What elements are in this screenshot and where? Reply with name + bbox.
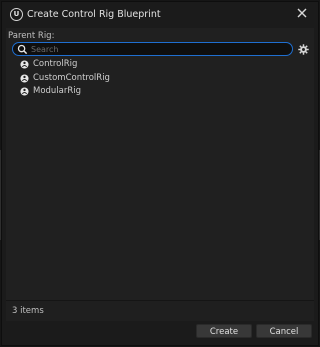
title-bar[interactable]: U Create Control Rig Blueprint [2, 2, 318, 28]
search-input[interactable] [31, 43, 286, 55]
class-list: ControlRig CustomControlRig ModularRig [6, 57, 314, 297]
search-box[interactable] [12, 42, 293, 56]
control-rig-class-icon [20, 73, 29, 83]
list-item-controlrig[interactable]: ControlRig [12, 58, 312, 72]
list-item-modularrig[interactable]: ModularRig [12, 85, 312, 99]
list-item-label: CustomControlRig [33, 72, 110, 83]
create-button[interactable]: Create [196, 324, 252, 338]
control-rig-class-icon [20, 60, 29, 69]
list-item-label: ControlRig [33, 59, 78, 69]
unreal-engine-logo-icon: U [10, 8, 23, 21]
dialog-footer: Create Cancel [2, 321, 318, 345]
class-picker-panel: Parent Rig: Search ControlRig CustomCont… [6, 28, 314, 321]
close-icon [297, 8, 307, 18]
gear-icon[interactable] [298, 44, 309, 55]
parent-rig-label: Parent Rig: [8, 31, 55, 41]
control-rig-class-icon [20, 87, 29, 96]
cancel-button[interactable]: Cancel [256, 324, 312, 338]
dialog-title: Create Control Rig Blueprint [27, 9, 161, 20]
close-button[interactable] [294, 5, 310, 21]
list-item-customcontrolrig[interactable]: CustomControlRig [12, 72, 312, 86]
status-bar: 3 items [6, 300, 314, 321]
list-item-label: ModularRig [33, 86, 82, 96]
create-control-rig-blueprint-dialog: U Create Control Rig Blueprint Parent Ri… [1, 1, 319, 346]
search-icon [17, 44, 28, 55]
item-count: 3 items [12, 306, 44, 316]
